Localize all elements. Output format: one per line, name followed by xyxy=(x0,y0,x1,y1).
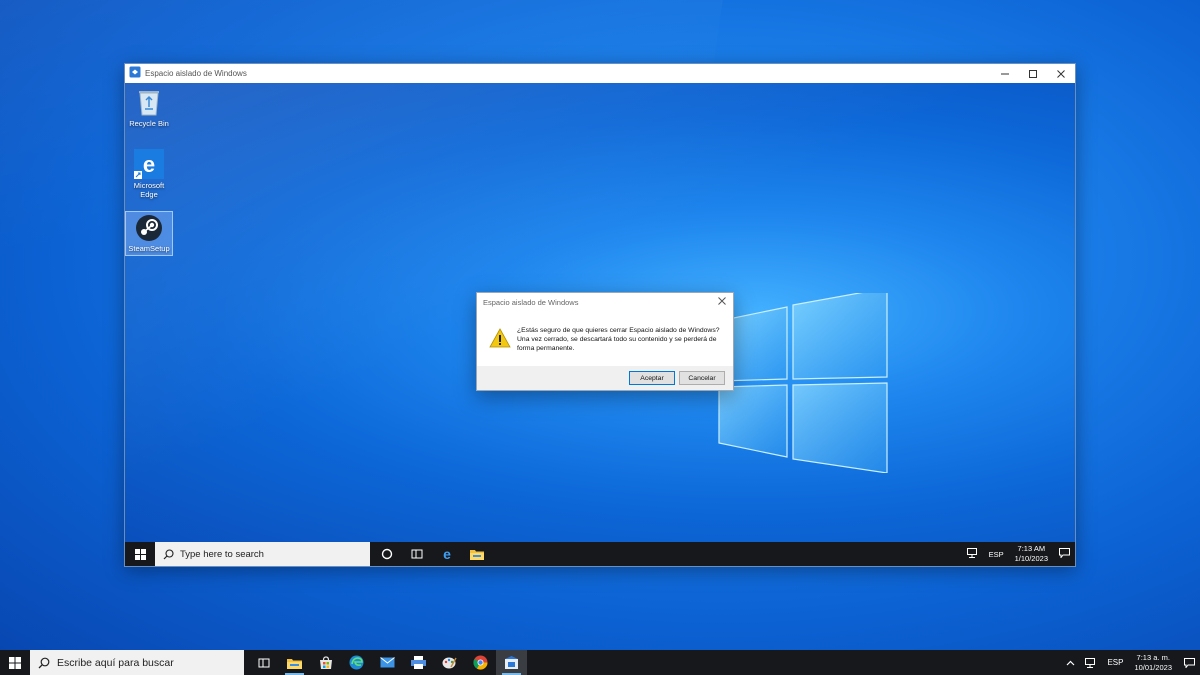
notification-icon xyxy=(1183,657,1195,668)
maximize-icon xyxy=(1029,69,1037,78)
sandbox-search-placeholder: Type here to search xyxy=(180,548,264,560)
minimize-button[interactable] xyxy=(991,64,1019,83)
windows-logo-icon xyxy=(134,548,146,560)
sandbox-taskbar: Type here to search e ESP 7:13 AM 1/10/2… xyxy=(125,542,1075,566)
file-explorer-button[interactable] xyxy=(279,650,310,675)
desktop-icon-label: Microsoft Edge xyxy=(133,181,165,199)
cancel-button[interactable]: Cancelar xyxy=(679,371,725,385)
mail-icon xyxy=(380,657,395,668)
maximize-button[interactable] xyxy=(1019,64,1047,83)
close-icon xyxy=(1057,69,1065,78)
sandbox-file-explorer-button[interactable] xyxy=(462,542,492,566)
sandbox-app-icon xyxy=(129,65,141,83)
windows-logo-icon xyxy=(9,656,21,669)
printer-button[interactable] xyxy=(403,650,434,675)
edge-icon: e xyxy=(134,149,164,179)
task-view-icon xyxy=(258,658,269,667)
chevron-up-icon xyxy=(1067,660,1075,665)
steam-icon xyxy=(136,215,162,241)
task-view-button[interactable] xyxy=(248,650,279,675)
search-icon xyxy=(163,548,174,559)
desktop-icon-steamsetup[interactable]: SteamSetup xyxy=(125,211,173,256)
dialog-message: ¿Estás seguro de que quieres cerrar Espa… xyxy=(517,327,720,352)
sandbox-notification-button[interactable] xyxy=(1054,548,1075,560)
search-placeholder: Escribe aquí para buscar xyxy=(57,656,174,669)
paint-icon xyxy=(442,657,457,669)
chrome-icon xyxy=(473,655,488,670)
sandbox-start-button[interactable] xyxy=(125,542,155,566)
warning-icon xyxy=(489,328,511,348)
dialog-title: Espacio aislado de Windows xyxy=(483,297,579,307)
sandbox-window-title: Espacio aislado de Windows xyxy=(145,69,247,78)
sandbox-search-box[interactable]: Type here to search xyxy=(155,542,370,566)
recycle-bin-icon xyxy=(139,91,159,116)
network-icon xyxy=(1085,657,1096,668)
clock-date: 10/01/2023 xyxy=(1134,662,1172,672)
language-indicator[interactable]: ESP xyxy=(1102,658,1128,667)
file-explorer-icon xyxy=(287,658,302,669)
show-hidden-icons-button[interactable] xyxy=(1061,660,1080,666)
host-taskbar: Escribe aquí para buscar ESP 7:13 a. m. … xyxy=(0,650,1200,675)
close-icon xyxy=(718,296,726,305)
search-icon xyxy=(38,657,50,668)
dialog-close-button[interactable] xyxy=(711,296,733,308)
network-icon xyxy=(966,548,977,558)
store-button[interactable] xyxy=(310,650,341,675)
desktop-icon-label: SteamSetup xyxy=(128,244,170,253)
edge-icon xyxy=(349,655,364,670)
minimize-icon xyxy=(1001,73,1009,74)
network-button[interactable] xyxy=(1080,657,1102,668)
dialog-title-bar[interactable]: Espacio aislado de Windows xyxy=(477,293,733,311)
file-explorer-icon xyxy=(470,550,484,560)
clock[interactable]: 7:13 a. m. 10/01/2023 xyxy=(1128,653,1178,673)
task-view-button[interactable] xyxy=(402,542,432,566)
start-button[interactable] xyxy=(0,650,30,675)
sandbox-time: 7:13 AM xyxy=(1017,544,1046,553)
svg-text:e: e xyxy=(143,152,155,177)
notification-icon xyxy=(1059,548,1070,559)
clock-time: 7:13 a. m. xyxy=(1136,652,1170,662)
mail-button[interactable] xyxy=(372,650,403,675)
cortana-button[interactable] xyxy=(372,542,402,566)
desktop-icon-edge[interactable]: e Microsoft Edge xyxy=(125,149,173,199)
close-button[interactable] xyxy=(1047,64,1075,83)
dialog-footer: Aceptar Cancelar xyxy=(477,366,733,390)
windows-wallpaper-logo xyxy=(718,293,888,473)
sandbox-clock[interactable]: 7:13 AM 1/10/2023 xyxy=(1009,544,1054,564)
sandbox-title-bar[interactable]: Espacio aislado de Windows xyxy=(125,64,1075,83)
paint-button[interactable] xyxy=(434,650,465,675)
sandbox-icon xyxy=(505,655,518,669)
desktop-icon-recycle-bin[interactable]: Recycle Bin xyxy=(125,87,173,128)
sandbox-edge-taskbar-button[interactable]: e xyxy=(432,542,462,566)
sandbox-taskbar-button[interactable] xyxy=(496,650,527,675)
ok-button[interactable]: Aceptar xyxy=(629,371,675,385)
confirm-close-dialog: Espacio aislado de Windows ¿Estás seguro… xyxy=(476,292,734,391)
sandbox-network-button[interactable] xyxy=(962,548,984,560)
chrome-button[interactable] xyxy=(465,650,496,675)
action-center-button[interactable] xyxy=(1178,657,1200,668)
task-view-icon xyxy=(411,549,423,559)
edge-icon: e xyxy=(443,547,451,561)
svg-text:e: e xyxy=(443,547,451,561)
printer-icon xyxy=(411,656,426,669)
edge-button[interactable] xyxy=(341,650,372,675)
desktop-icon-label: Recycle Bin xyxy=(129,119,169,128)
search-box[interactable]: Escribe aquí para buscar xyxy=(30,650,244,675)
sandbox-language-indicator[interactable]: ESP xyxy=(984,550,1009,559)
cortana-icon xyxy=(381,548,393,560)
sandbox-date: 1/10/2023 xyxy=(1014,554,1048,563)
store-icon xyxy=(319,655,332,669)
